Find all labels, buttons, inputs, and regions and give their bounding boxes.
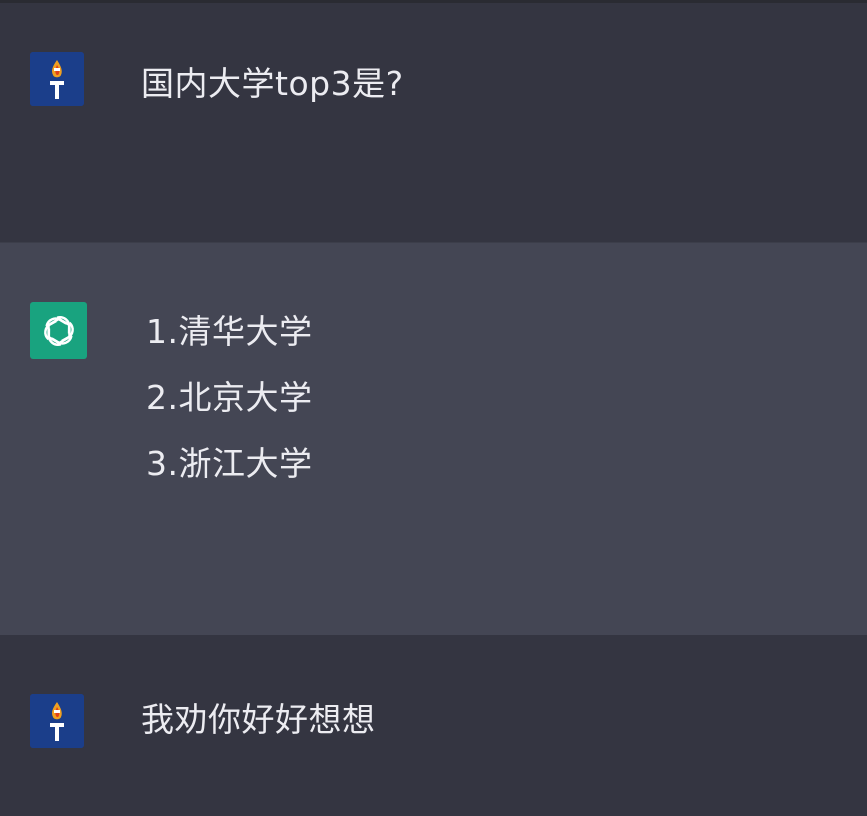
assistant-avatar	[30, 302, 87, 359]
assistant-message-row: 1.清华大学 2.北京大学 3.浙江大学	[0, 242, 867, 637]
openai-logo-icon	[43, 315, 74, 346]
user-message-text: 国内大学top3是?	[141, 64, 404, 103]
user-avatar	[30, 694, 84, 748]
chat-thread: 国内大学top3是? 1.清华大学 2.北京大学 3.浙江大学 我劝你好好想想	[0, 0, 867, 816]
user-avatar	[30, 52, 84, 106]
torch-icon	[30, 694, 84, 748]
torch-icon	[30, 52, 84, 106]
user-message-row: 我劝你好好想想	[0, 635, 867, 816]
assistant-answer-list: 1.清华大学 2.北京大学 3.浙江大学	[146, 315, 313, 513]
list-item: 2.北京大学	[146, 378, 313, 417]
user-message-row: 国内大学top3是?	[0, 3, 867, 242]
list-item: 1.清华大学	[146, 312, 313, 351]
list-item: 3.浙江大学	[146, 444, 313, 483]
user-message-text: 我劝你好好想想	[141, 700, 376, 739]
